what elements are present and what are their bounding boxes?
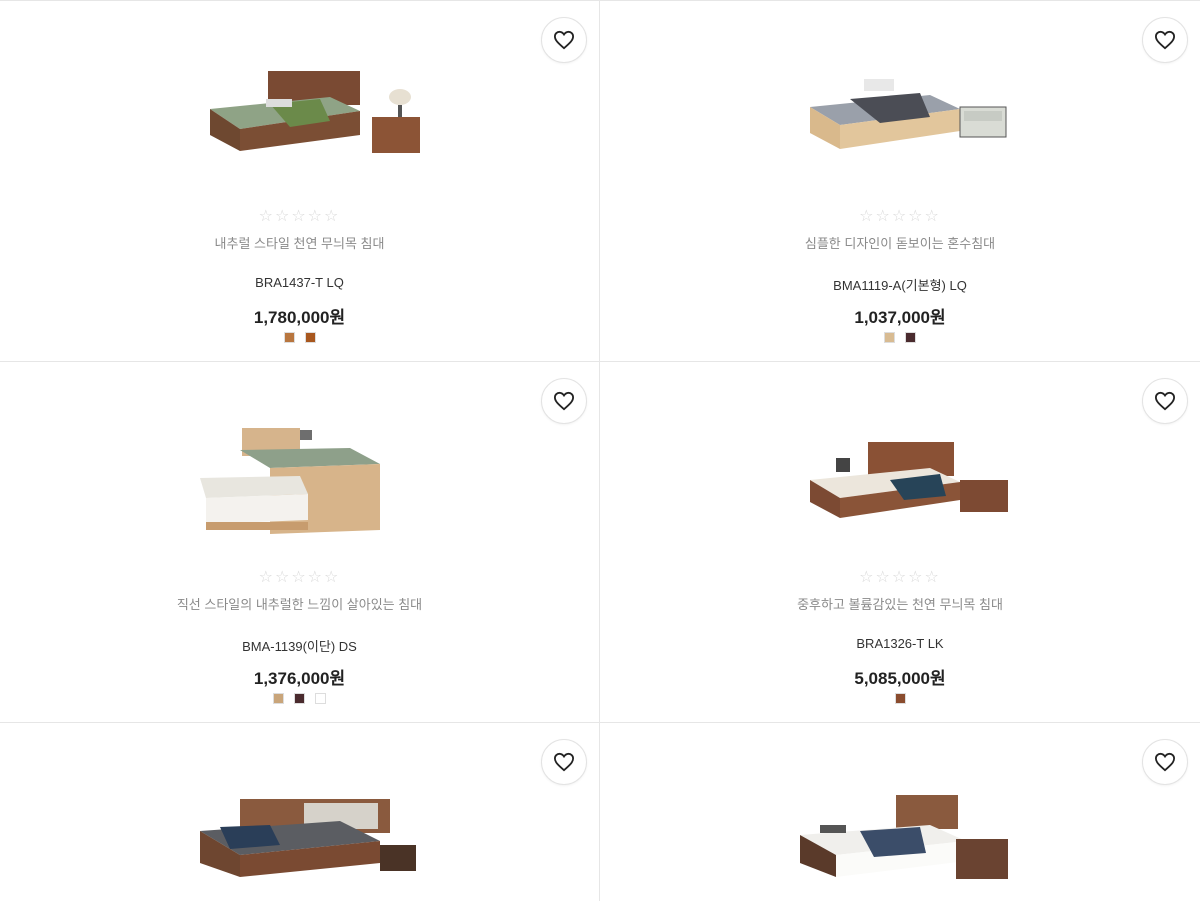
color-swatch[interactable] <box>315 693 326 704</box>
wishlist-button[interactable] <box>541 739 587 785</box>
color-swatch[interactable] <box>273 693 284 704</box>
product-description: 심플한 디자인이 돋보이는 혼수침대 <box>804 236 996 251</box>
color-swatches <box>600 332 1200 343</box>
product-price: 1,780,000원 <box>253 308 346 327</box>
rating-stars: ☆☆☆☆☆ <box>258 567 341 586</box>
product-card[interactable]: ☆☆☆☆☆ 심플한 디자인이 돋보이는 혼수침대 BMA1119-A(기본형) … <box>600 1 1200 362</box>
bed-product-image[interactable] <box>180 59 420 189</box>
bed-product-image[interactable] <box>180 420 420 550</box>
product-model[interactable]: BRA1326-T LK <box>600 636 1200 651</box>
product-grid: ☆☆☆☆☆ 내추럴 스타일 천연 무늬목 침대 BRA1437-T LQ 1,7… <box>0 0 1200 901</box>
product-card[interactable]: ☆☆☆☆☆ 내추럴 스타일 천연 무늬목 침대 BRA1437-T LQ 1,7… <box>0 1 600 362</box>
heart-outline-icon <box>1154 30 1176 50</box>
product-price: 1,376,000원 <box>253 669 346 688</box>
color-swatch[interactable] <box>304 332 316 343</box>
color-swatch[interactable] <box>884 332 895 343</box>
bed-product-image[interactable] <box>780 791 1020 897</box>
product-card[interactable]: ☆☆☆☆☆ 중후하고 볼륨감있는 천연 무늬목 침대 BRA1326-T LK … <box>600 362 1200 723</box>
wishlist-button[interactable] <box>1142 17 1188 63</box>
color-swatches <box>0 332 599 343</box>
heart-outline-icon <box>553 391 575 411</box>
product-card[interactable] <box>600 723 1200 901</box>
rating-stars: ☆☆☆☆☆ <box>859 206 941 225</box>
product-model[interactable]: BRA1437-T LQ <box>0 275 599 290</box>
color-swatch[interactable] <box>894 693 906 704</box>
heart-outline-icon <box>1154 391 1176 411</box>
wishlist-button[interactable] <box>1142 378 1188 424</box>
product-model[interactable]: BMA-1139(이단) DS <box>0 636 599 655</box>
bed-product-image[interactable] <box>780 420 1020 550</box>
product-description: 중후하고 볼륨감있는 천연 무늬목 침대 <box>797 597 1003 612</box>
color-swatch[interactable] <box>283 332 295 343</box>
color-swatches <box>0 693 599 704</box>
product-model[interactable]: BMA1119-A(기본형) LQ <box>600 275 1200 294</box>
color-swatches <box>600 693 1200 704</box>
heart-outline-icon <box>553 30 575 50</box>
product-price: 1,037,000원 <box>854 308 946 327</box>
wishlist-button[interactable] <box>541 17 587 63</box>
product-card[interactable]: ☆☆☆☆☆ 직선 스타일의 내추럴한 느낌이 살아있는 침대 BMA-1139(… <box>0 362 600 723</box>
bed-product-image[interactable] <box>180 791 420 897</box>
rating-stars: ☆☆☆☆☆ <box>258 206 341 225</box>
wishlist-button[interactable] <box>1142 739 1188 785</box>
product-description: 직선 스타일의 내추럴한 느낌이 살아있는 침대 <box>176 597 423 612</box>
heart-outline-icon <box>553 752 575 772</box>
heart-outline-icon <box>1154 752 1176 772</box>
bed-product-image[interactable] <box>780 59 1020 189</box>
wishlist-button[interactable] <box>541 378 587 424</box>
color-swatch[interactable] <box>294 693 305 704</box>
product-description: 내추럴 스타일 천연 무늬목 침대 <box>214 236 385 251</box>
color-swatch[interactable] <box>905 332 916 343</box>
product-price: 5,085,000원 <box>854 669 946 688</box>
rating-stars: ☆☆☆☆☆ <box>859 567 941 586</box>
product-card[interactable] <box>0 723 600 901</box>
